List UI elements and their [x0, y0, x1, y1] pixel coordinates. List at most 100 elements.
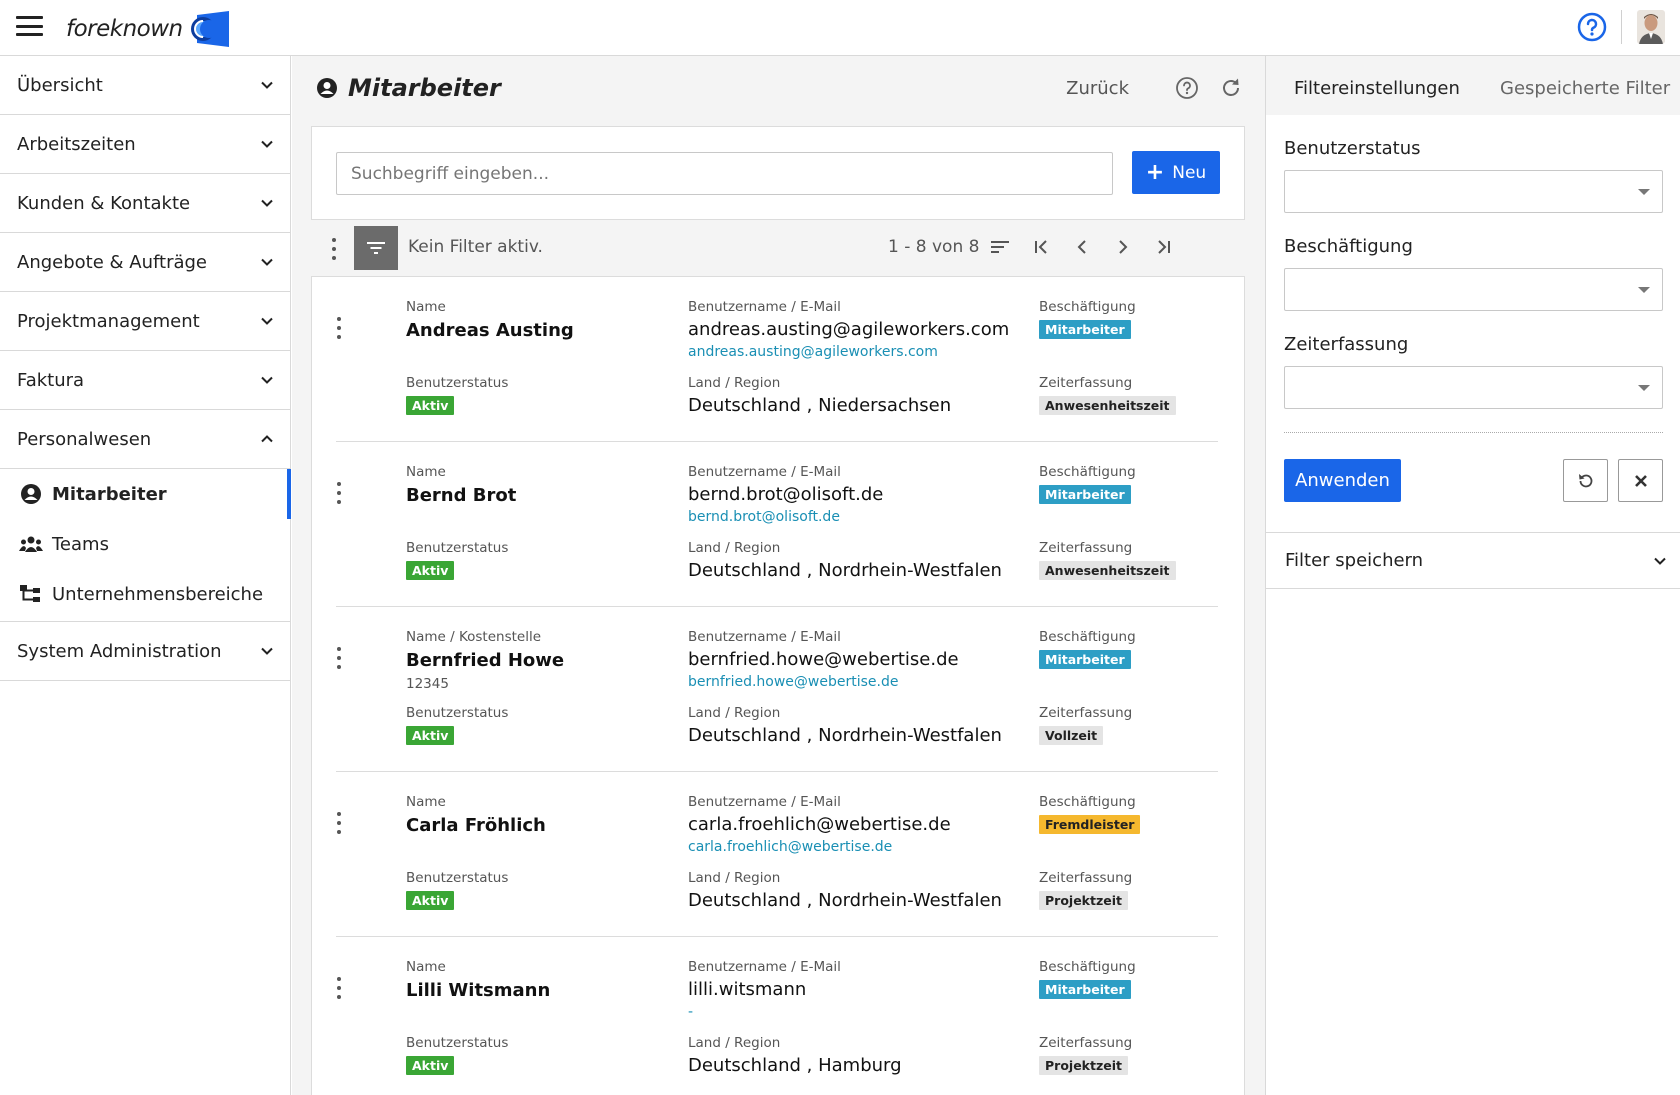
- email-link[interactable]: -: [688, 1004, 841, 1020]
- chevron-down-icon: [261, 140, 273, 148]
- sidebar-item-uebersicht[interactable]: Übersicht: [0, 56, 290, 115]
- email-link[interactable]: bernd.brot@olisoft.de: [688, 509, 883, 525]
- region: Deutschland , Nordrhein-Westfalen: [688, 725, 1002, 746]
- field-label: Land / Region: [688, 870, 781, 886]
- sidebar-item-system-administration[interactable]: System Administration: [0, 622, 290, 681]
- chevron-down-icon: [261, 317, 273, 325]
- name-cell: Name / Kostenstelle Bernfried Howe 12345: [406, 629, 564, 692]
- logo-mark-icon: [190, 11, 229, 47]
- time-tracking-badge: Vollzeit: [1039, 726, 1104, 745]
- row-menu-icon[interactable]: [336, 812, 342, 834]
- employment-badge: Mitarbeiter: [1039, 320, 1131, 339]
- previous-page-icon[interactable]: [1071, 236, 1093, 258]
- list-item[interactable]: Name / Kostenstelle Bernfried Howe 12345…: [336, 607, 1218, 772]
- username: bernd.brot@olisoft.de: [688, 484, 884, 505]
- row-menu-icon[interactable]: [336, 317, 342, 339]
- employee-name[interactable]: Carla Fröhlich: [406, 815, 546, 836]
- region: Deutschland , Nordrhein-Westfalen: [688, 560, 1002, 581]
- email-link[interactable]: carla.froehlich@webertise.de: [688, 839, 951, 855]
- employment-badge: Mitarbeiter: [1039, 650, 1131, 669]
- sidebar-item-faktura[interactable]: Faktura: [0, 351, 290, 410]
- sidebar-item-angebote-auftraege[interactable]: Angebote & Aufträge: [0, 233, 290, 292]
- reset-filter-button[interactable]: [1563, 459, 1608, 502]
- time-tracking-badge: Projektzeit: [1039, 1056, 1128, 1075]
- sidebar-item-label: Kunden & Kontakte: [17, 192, 191, 214]
- tab-filter-settings[interactable]: Filtereinstellungen: [1294, 78, 1460, 99]
- sidebar-item-projektmanagement[interactable]: Projektmanagement: [0, 292, 290, 351]
- list-item[interactable]: Name Andreas Austing Benutzerstatus Akti…: [336, 277, 1218, 442]
- field-label: Zeiterfassung: [1039, 1035, 1133, 1051]
- employment-cell: Beschäftigung Fremdleister: [1039, 794, 1141, 834]
- time-tracking-cell: Zeiterfassung Projektzeit: [1039, 870, 1132, 910]
- field-label: Name / Kostenstelle: [406, 629, 542, 645]
- email-link[interactable]: andreas.austing@agileworkers.com: [688, 344, 1009, 360]
- help-icon[interactable]: [1577, 12, 1607, 42]
- chevron-down-icon: [261, 81, 273, 89]
- personalwesen-submenu: Mitarbeiter Teams Unternehmensbereiche: [0, 469, 291, 622]
- employee-name[interactable]: Lilli Witsmann: [406, 980, 550, 1001]
- email-link[interactable]: bernfried.howe@webertise.de: [688, 674, 959, 690]
- list-item[interactable]: Name Lilli Witsmann Benutzerstatus Aktiv…: [336, 937, 1218, 1095]
- username: bernfried.howe@webertise.de: [688, 649, 959, 670]
- sidebar-item-arbeitszeiten[interactable]: Arbeitszeiten: [0, 115, 290, 174]
- username: andreas.austing@agileworkers.com: [688, 319, 1010, 340]
- back-button[interactable]: Zurück: [1066, 78, 1129, 99]
- more-options-icon[interactable]: [331, 238, 337, 260]
- field-label: Benutzername / E-Mail: [688, 299, 841, 315]
- region: Deutschland , Nordrhein-Westfalen: [688, 890, 1002, 911]
- employee-name[interactable]: Andreas Austing: [406, 320, 574, 341]
- sidebar-item-label: Faktura: [17, 369, 85, 391]
- new-button[interactable]: + Neu: [1132, 151, 1220, 194]
- employee-name[interactable]: Bernd Brot: [406, 485, 516, 506]
- hamburger-menu-icon[interactable]: [16, 16, 43, 38]
- avatar[interactable]: [1637, 10, 1665, 44]
- sidebar-item-kunden-kontakte[interactable]: Kunden & Kontakte: [0, 174, 290, 233]
- row-menu-icon[interactable]: [336, 647, 342, 669]
- last-page-icon[interactable]: [1153, 236, 1175, 258]
- status-badge: Aktiv: [406, 726, 455, 745]
- region-cell: Land / Region Deutschland , Nordrhein-We…: [688, 705, 1002, 746]
- status-badge: Aktiv: [406, 561, 455, 580]
- page-header: Mitarbeiter: [316, 74, 501, 102]
- first-page-icon[interactable]: [1030, 236, 1052, 258]
- org-chart-icon: [19, 583, 43, 605]
- region: Deutschland , Hamburg: [688, 1055, 902, 1076]
- people-icon: [19, 533, 43, 555]
- app-logo[interactable]: foreknown: [66, 11, 231, 47]
- close-filter-button[interactable]: [1618, 459, 1663, 502]
- row-menu-icon[interactable]: [336, 977, 342, 999]
- top-bar: foreknown: [0, 0, 1680, 56]
- sidebar-item-teams[interactable]: Teams: [0, 519, 290, 569]
- list-item[interactable]: Name Carla Fröhlich Benutzerstatus Aktiv…: [336, 772, 1218, 937]
- next-page-icon[interactable]: [1112, 236, 1134, 258]
- region: Deutschland , Niedersachsen: [688, 395, 952, 416]
- employment-badge: Mitarbeiter: [1039, 980, 1131, 999]
- sidebar-item-unternehmensbereiche[interactable]: Unternehmensbereiche: [0, 569, 290, 619]
- apply-button[interactable]: Anwenden: [1284, 459, 1401, 502]
- sort-icon[interactable]: [989, 236, 1011, 258]
- field-label: Beschäftigung: [1039, 629, 1136, 645]
- sidebar-item-mitarbeiter[interactable]: Mitarbeiter: [0, 469, 291, 519]
- time-tracking-select[interactable]: [1284, 366, 1663, 409]
- tab-saved-filters[interactable]: Gespeicherte Filter: [1500, 78, 1670, 99]
- sidebar-item-personalwesen[interactable]: Personalwesen: [0, 410, 290, 469]
- user-status-select[interactable]: [1284, 170, 1663, 213]
- employee-name[interactable]: Bernfried Howe: [406, 650, 564, 671]
- time-tracking-cell: Zeiterfassung Anwesenheitszeit: [1039, 375, 1176, 415]
- employment-select[interactable]: [1284, 268, 1663, 311]
- help-icon[interactable]: [1175, 76, 1199, 100]
- search-input[interactable]: [336, 152, 1113, 195]
- filter-toggle-button[interactable]: [354, 226, 398, 270]
- refresh-icon[interactable]: [1219, 76, 1243, 100]
- save-filter-accordion[interactable]: Filter speichern: [1266, 532, 1680, 589]
- field-label: Benutzerstatus: [406, 870, 509, 886]
- field-label: Land / Region: [688, 1035, 781, 1051]
- row-menu-icon[interactable]: [336, 482, 342, 504]
- close-icon: [1634, 474, 1647, 487]
- employment-cell: Beschäftigung Mitarbeiter: [1039, 959, 1136, 999]
- list-item[interactable]: Name Bernd Brot Benutzerstatus Aktiv Ben…: [336, 442, 1218, 607]
- filter-tabs: Filtereinstellungen Gespeicherte Filter: [1266, 56, 1680, 115]
- main-content: Mitarbeiter Zurück + Neu Kein Filter akt…: [292, 56, 1265, 1095]
- cost-center: 12345: [406, 676, 449, 692]
- field-label: Benutzerstatus: [406, 540, 509, 556]
